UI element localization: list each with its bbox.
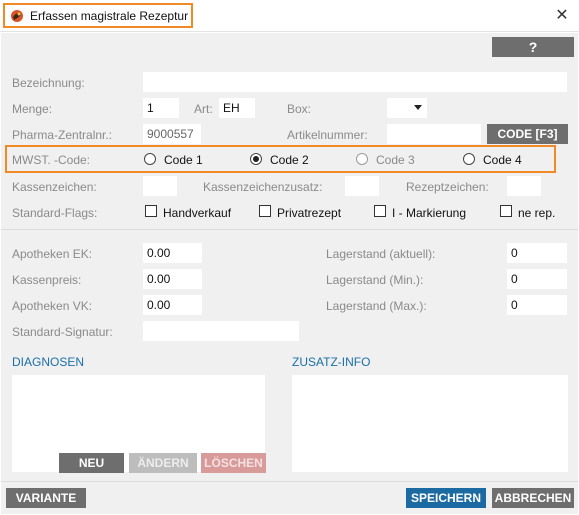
neu-button[interactable]: NEU bbox=[59, 453, 124, 473]
variante-button[interactable]: VARIANTE bbox=[6, 488, 86, 508]
pzn-label: Pharma-Zentralnr.: bbox=[12, 128, 113, 142]
kassenzeichen-label: Kassenzeichen: bbox=[12, 180, 97, 194]
menge-input[interactable]: 1 bbox=[143, 98, 179, 118]
lager-max-input[interactable]: 0 bbox=[507, 295, 567, 315]
kassenzeichen-input[interactable] bbox=[143, 176, 177, 196]
aendern-button[interactable]: ÄNDERN bbox=[129, 453, 197, 473]
apotheken-vk-label: Apotheken VK: bbox=[12, 299, 93, 313]
dialog-body: ? Bezeichnung: Menge: 1 Art: EH Box: Pha… bbox=[1, 33, 578, 514]
speichern-button[interactable]: SPEICHERN bbox=[406, 488, 486, 508]
menge-label: Menge: bbox=[12, 102, 53, 116]
mwst-code3-label: Code 3 bbox=[376, 153, 415, 167]
diagnosen-title: DIAGNOSEN bbox=[12, 355, 85, 369]
art-label: Art: bbox=[194, 102, 213, 116]
mwst-code1-label: Code 1 bbox=[164, 153, 203, 167]
rezeptzeichen-input[interactable] bbox=[507, 176, 541, 196]
i-markierung-checkbox[interactable] bbox=[374, 205, 386, 217]
box-select[interactable] bbox=[387, 98, 427, 118]
code-f3-button[interactable]: CODE [F3] bbox=[487, 124, 568, 144]
lager-min-input[interactable]: 0 bbox=[507, 269, 567, 289]
box-label: Box: bbox=[287, 102, 312, 116]
kassenzeichenzusatz-label: Kassenzeichenzusatz: bbox=[203, 180, 323, 194]
lager-aktuell-input[interactable]: 0 bbox=[507, 243, 567, 263]
signatur-label: Standard-Signatur: bbox=[12, 325, 113, 339]
kassenpreis-label: Kassenpreis: bbox=[12, 273, 82, 287]
mwst-code1-radio[interactable] bbox=[144, 153, 156, 165]
zusatz-info-title: ZUSATZ-INFO bbox=[292, 355, 371, 369]
privatrezept-label: Privatrezept bbox=[277, 206, 342, 220]
ne-rep-label: ne rep. bbox=[518, 206, 556, 220]
mwst-code4-radio[interactable] bbox=[463, 153, 475, 165]
mwst-label: MWST. -Code: bbox=[12, 153, 91, 167]
apotheken-ek-label: Apotheken EK: bbox=[12, 247, 93, 261]
zusatz-info-textarea[interactable] bbox=[292, 375, 568, 472]
lager-max-label: Lagerstand (Max.): bbox=[326, 299, 427, 313]
privatrezept-checkbox[interactable] bbox=[259, 205, 271, 217]
help-button[interactable]: ? bbox=[492, 37, 574, 57]
footer-divider bbox=[1, 481, 578, 482]
art-input[interactable]: EH bbox=[219, 98, 255, 118]
rezeptzeichen-label: Rezeptzeichen: bbox=[406, 180, 489, 194]
artikelnummer-label: Artikelnummer: bbox=[287, 128, 368, 142]
handverkauf-label: Handverkauf bbox=[163, 206, 232, 220]
mwst-code3-radio[interactable] bbox=[356, 153, 368, 165]
i-markierung-label: I - Markierung bbox=[392, 206, 467, 220]
kassenpreis-input[interactable]: 0.00 bbox=[143, 269, 202, 289]
lager-aktuell-label: Lagerstand (aktuell): bbox=[326, 247, 436, 261]
window-title: Erfassen magistrale Rezeptur bbox=[30, 9, 189, 23]
loeschen-button[interactable]: LÖSCHEN bbox=[201, 453, 266, 473]
close-button[interactable]: ✕ bbox=[552, 6, 572, 26]
handverkauf-checkbox[interactable] bbox=[145, 205, 157, 217]
artikelnummer-input[interactable] bbox=[387, 124, 481, 144]
bezeichnung-input[interactable] bbox=[143, 72, 567, 92]
kassenzeichenzusatz-input[interactable] bbox=[345, 176, 379, 196]
flags-label: Standard-Flags: bbox=[12, 206, 98, 220]
mwst-code2-label: Code 2 bbox=[270, 153, 309, 167]
bezeichnung-label: Bezeichnung: bbox=[12, 76, 85, 90]
apotheken-ek-input[interactable]: 0.00 bbox=[143, 243, 202, 263]
title-bar: Erfassen magistrale Rezeptur ✕ bbox=[0, 0, 579, 32]
chevron-down-icon bbox=[414, 105, 422, 110]
mwst-code2-radio[interactable] bbox=[250, 153, 262, 165]
signatur-input[interactable] bbox=[143, 321, 299, 341]
abbrechen-button[interactable]: ABBRECHEN bbox=[492, 488, 574, 508]
mwst-code4-label: Code 4 bbox=[483, 153, 522, 167]
section-divider bbox=[1, 229, 578, 230]
pzn-input[interactable]: 9000557 bbox=[143, 124, 201, 144]
close-icon: ✕ bbox=[555, 7, 569, 24]
lager-min-label: Lagerstand (Min.): bbox=[326, 273, 424, 287]
ne-rep-checkbox[interactable] bbox=[500, 205, 512, 217]
app-logo-icon bbox=[11, 10, 23, 22]
apotheken-vk-input[interactable]: 0.00 bbox=[143, 295, 202, 315]
title-highlight: Erfassen magistrale Rezeptur bbox=[3, 3, 193, 28]
